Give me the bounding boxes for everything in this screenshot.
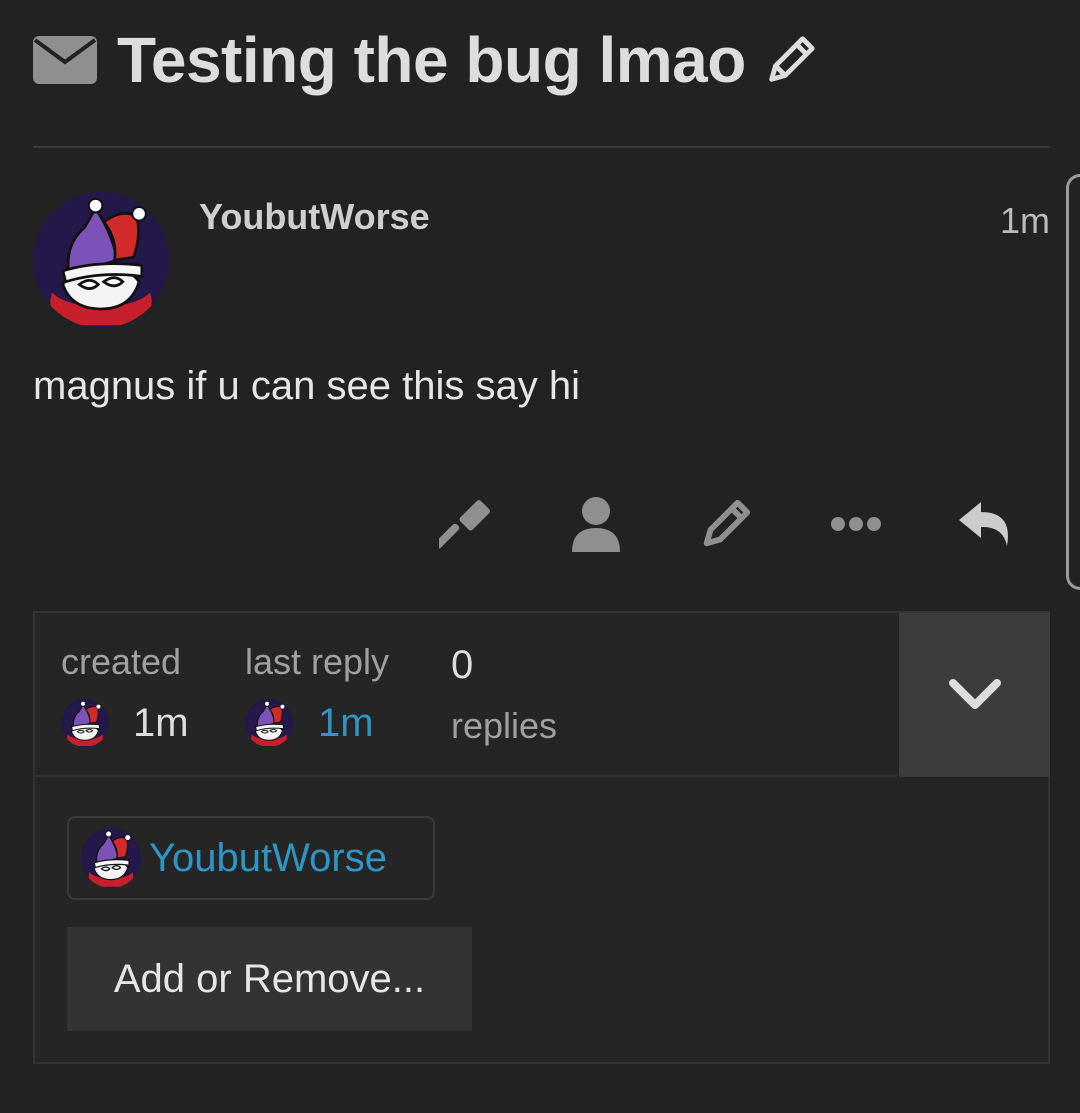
created-label: created	[61, 641, 182, 682]
edit-title-pencil-icon[interactable]	[762, 31, 820, 89]
chevron-down-icon	[948, 679, 1001, 709]
participant-avatar	[81, 828, 141, 888]
user-icon[interactable]	[564, 492, 628, 556]
topic-title-row: Testing the bug lmao	[33, 22, 820, 98]
topic-page: Testing the bug lmao YoubutWorse 1m magn…	[0, 0, 1080, 1113]
last-reply-label: last reply	[245, 641, 390, 682]
replies-label: replies	[451, 705, 558, 746]
last-reply-avatar[interactable]	[245, 699, 293, 747]
topic-title: Testing the bug lmao	[117, 24, 746, 96]
post-body: magnus if u can see this say hi	[33, 364, 580, 408]
created-avatar[interactable]	[61, 699, 109, 747]
participant-chip[interactable]: YoubutWorse	[67, 816, 435, 900]
author-avatar[interactable]	[33, 192, 169, 328]
admin-gavel-icon[interactable]	[436, 492, 500, 556]
envelope-icon	[33, 36, 97, 84]
last-reply-age[interactable]: 1m	[318, 701, 374, 746]
topic-map: created 1m last reply 1m 0 replies	[35, 613, 897, 777]
post-actions	[0, 492, 1080, 556]
created-age[interactable]: 1m	[133, 701, 189, 746]
participant-name[interactable]: YoubutWorse	[149, 836, 387, 881]
title-divider	[33, 146, 1050, 148]
more-ellipsis-icon[interactable]	[824, 492, 888, 556]
expand-summary-button[interactable]	[899, 613, 1050, 777]
author-username[interactable]: YoubutWorse	[199, 196, 430, 238]
topic-summary: created 1m last reply 1m 0 replies Youbu…	[33, 611, 1050, 1064]
post-age[interactable]: 1m	[1000, 200, 1050, 242]
add-remove-button[interactable]: Add or Remove...	[67, 927, 472, 1031]
replies-count: 0	[451, 643, 474, 687]
edit-post-pencil-icon[interactable]	[694, 492, 758, 556]
reply-icon[interactable]	[954, 492, 1018, 556]
